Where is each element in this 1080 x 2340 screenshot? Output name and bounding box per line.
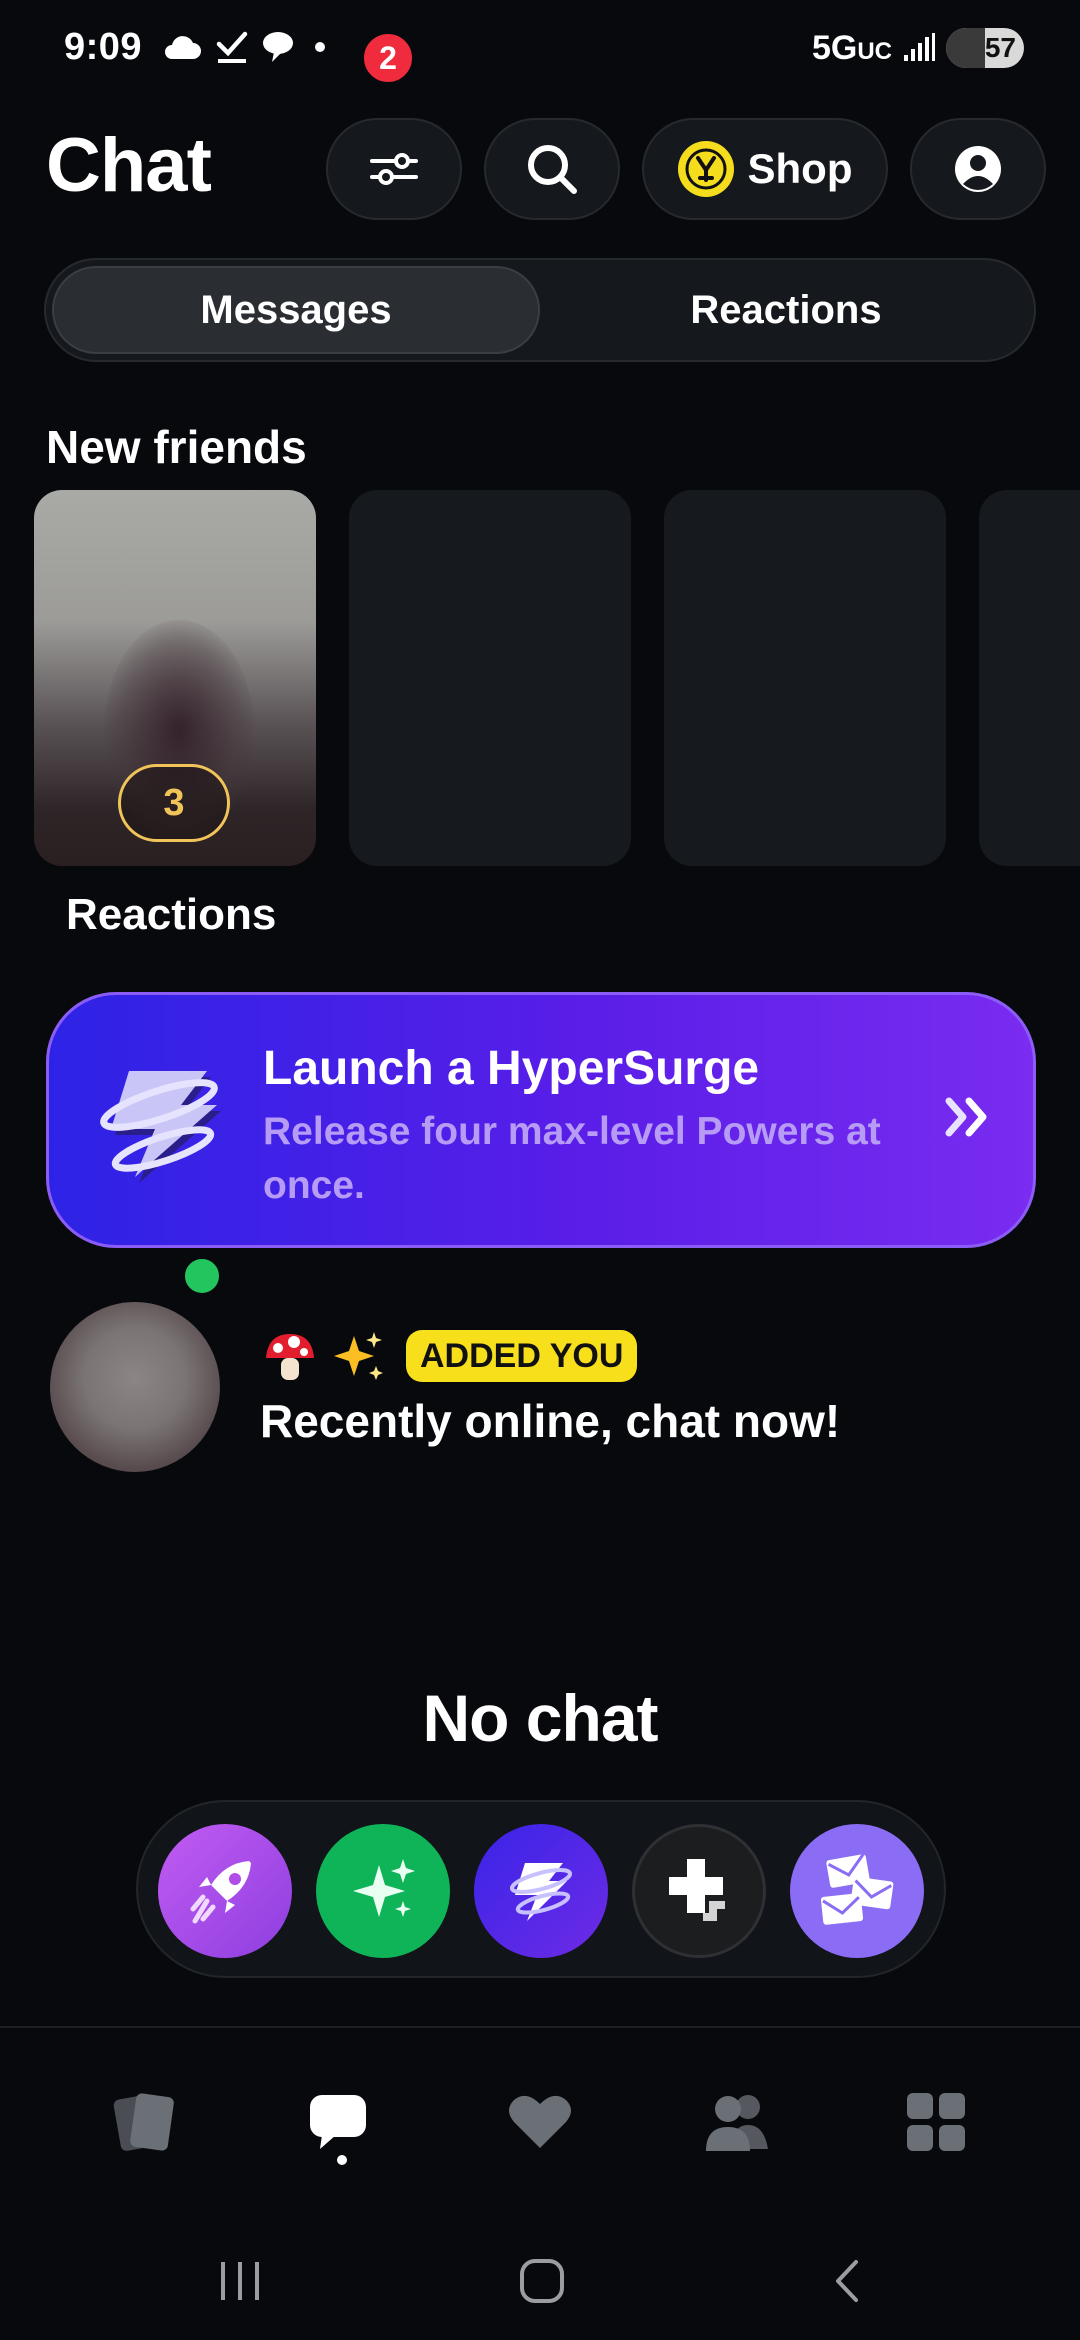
nav-friends[interactable] — [688, 2072, 788, 2172]
sparkles-emoji-icon — [328, 1326, 388, 1386]
sparkles-icon — [353, 1859, 415, 1917]
active-tab-indicator — [337, 2155, 347, 2165]
envelopes-power-button[interactable] — [790, 1824, 924, 1958]
recents-button[interactable] — [200, 2246, 280, 2316]
search-button[interactable] — [484, 118, 620, 220]
promo-subtitle: Release four max-level Powers at once. — [263, 1110, 881, 1207]
sparkle-power-button[interactable] — [316, 1824, 450, 1958]
plus-puzzle-icon — [669, 1859, 725, 1921]
friend-card-placeholder — [349, 490, 631, 866]
hypersurge-small-icon — [509, 1863, 573, 1921]
hypersurge-power-button[interactable] — [474, 1824, 608, 1958]
search-icon — [528, 145, 577, 194]
network-type: 5GUC — [811, 28, 892, 67]
plus-power-button[interactable] — [632, 1824, 766, 1958]
chat-icon — [310, 2095, 366, 2149]
rocket-power-button[interactable] — [158, 1824, 292, 1958]
task-check-icon — [216, 31, 248, 63]
empty-state-title: No chat — [422, 1681, 658, 1755]
coin-icon — [677, 141, 734, 197]
friend-row-meta: ADDED YOU — [260, 1326, 638, 1386]
hypersurge-icon — [100, 1071, 221, 1183]
profile-icon — [955, 146, 1001, 192]
chat-bubbles-icon — [263, 32, 293, 62]
promo-title: Launch a HyperSurge — [263, 1042, 760, 1095]
chat-tabs: Messages Reactions — [44, 258, 1036, 362]
double-chevron-right-icon — [945, 1097, 987, 1137]
friend-card-placeholder — [664, 490, 946, 866]
back-button[interactable] — [806, 2246, 886, 2316]
hypersurge-banner[interactable]: Launch a HyperSurge Release four max-lev… — [46, 992, 1036, 1248]
shop-button[interactable]: Shop — [642, 118, 888, 220]
recents-icon — [221, 2262, 259, 2300]
bottom-navigation — [0, 2026, 1080, 2206]
nav-discover[interactable] — [94, 2072, 194, 2172]
cloud-icon — [165, 36, 201, 59]
heart-icon — [509, 2095, 571, 2148]
chat-unread-badge: 2 — [360, 30, 416, 86]
rocket-icon — [190, 1861, 251, 1924]
signal-icon — [904, 33, 935, 61]
online-status-dot — [178, 1252, 226, 1300]
grid-icon — [907, 2093, 965, 2151]
friend-card-placeholder — [979, 490, 1080, 866]
friend-avatar[interactable] — [50, 1302, 220, 1472]
added-you-badge: ADDED YOU — [406, 1330, 638, 1382]
nav-likes[interactable] — [490, 2072, 590, 2172]
tab-reactions[interactable]: Reactions — [542, 266, 1030, 354]
sliders-icon — [370, 153, 418, 185]
dot-icon — [315, 42, 325, 52]
new-friends-title: New friends — [46, 421, 307, 473]
back-icon — [836, 2260, 858, 2302]
filter-button[interactable] — [326, 118, 462, 220]
envelopes-icon — [820, 1853, 894, 1925]
powers-tray — [136, 1800, 946, 1978]
home-icon — [520, 2259, 564, 2303]
status-right-group: 5GUC 57 — [812, 28, 1024, 68]
profile-button[interactable] — [910, 118, 1046, 220]
battery-indicator: 57 — [946, 28, 1024, 68]
system-navigation-bar — [0, 2220, 1080, 2340]
cards-icon — [113, 2093, 174, 2151]
status-bar: 9:09 5GUC 57 — [0, 0, 1080, 100]
mushroom-emoji-icon — [260, 1326, 320, 1386]
friend-row-message[interactable]: Recently online, chat now! — [260, 1394, 840, 1448]
reaction-count-badge: 3 — [118, 764, 230, 842]
tab-messages[interactable]: Messages — [52, 266, 540, 354]
page-title: Chat — [46, 123, 212, 208]
nav-more[interactable] — [886, 2072, 986, 2172]
home-button[interactable] — [502, 2246, 582, 2316]
shop-label: Shop — [747, 145, 853, 192]
friends-icon — [706, 2095, 768, 2151]
status-notification-icons — [162, 30, 328, 64]
friend-card-caption: Reactions — [66, 890, 277, 939]
status-time: 9:09 — [64, 26, 143, 68]
friend-card-reactions[interactable]: 3 — [34, 490, 316, 866]
